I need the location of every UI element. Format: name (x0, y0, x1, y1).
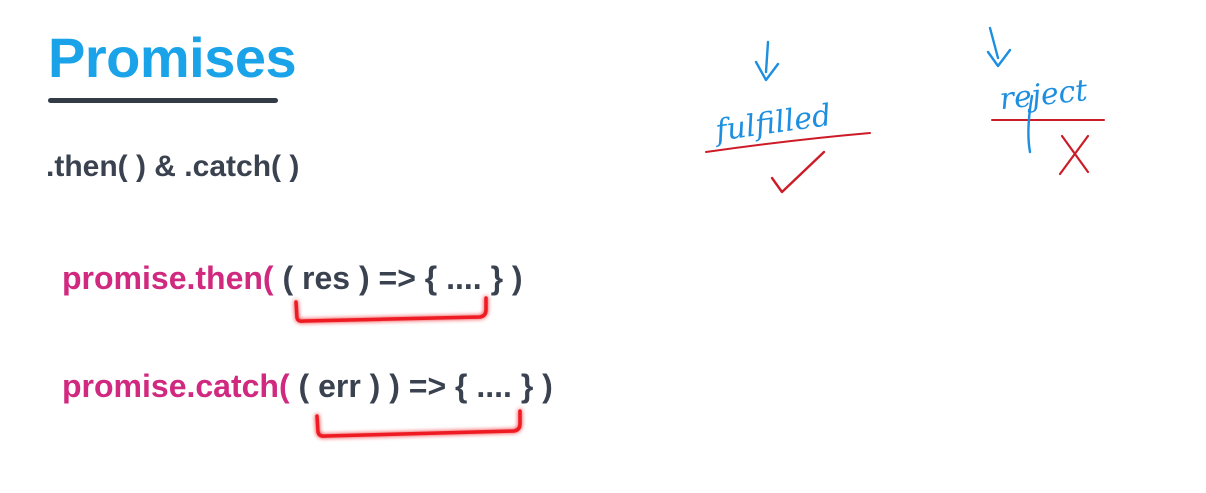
reject-stroke (1027, 94, 1034, 154)
fulfilled-underline (705, 132, 871, 153)
slide-subtitle: .then( ) & .catch( ) (46, 150, 300, 183)
code-catch-method: promise.catch( (62, 368, 290, 404)
catch-args-bracket (315, 409, 522, 438)
code-catch-line: promise.catch( ( err ) ) => { .... } ) (62, 370, 553, 402)
then-args-bracket (294, 296, 488, 323)
code-then-args: ( res ) => { .... } ) (273, 260, 523, 296)
arrow-down-icon (986, 26, 1012, 68)
title-underline (48, 98, 278, 103)
arrow-down-icon (754, 40, 780, 82)
code-catch-args: ( err ) ) => { .... } ) (289, 368, 553, 404)
slide: Promises .then( ) & .catch( ) promise.th… (0, 0, 1206, 493)
code-then-line: promise.then( ( res ) => { .... } ) (62, 262, 523, 294)
slide-title: Promises (48, 26, 297, 89)
x-mark-icon (1058, 134, 1090, 176)
code-then-method: promise.then( (62, 260, 274, 296)
checkmark-icon (770, 150, 826, 194)
fulfilled-label: fulfilled (711, 98, 833, 149)
reject-label: reject (998, 73, 1090, 117)
